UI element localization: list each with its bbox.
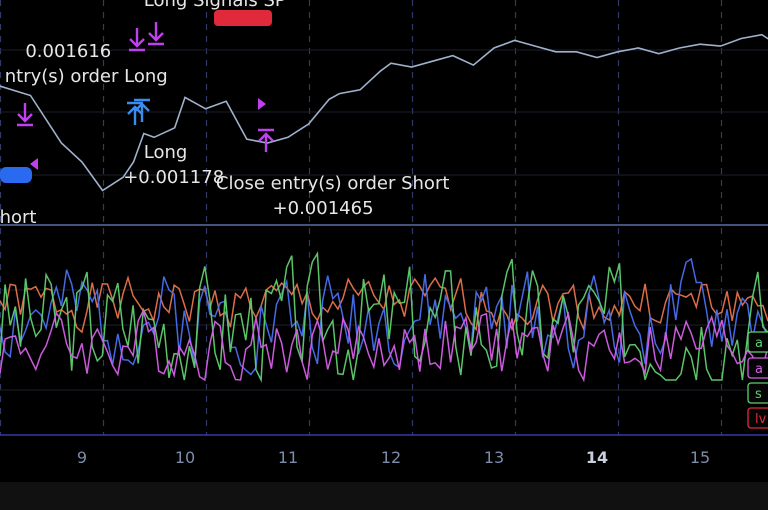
entry-flag-marker [258, 98, 266, 110]
annotation-label: 0.001616 [25, 41, 111, 62]
x-tick-label: 15 [690, 448, 710, 467]
trade-annotations: Long Signals SP 0.001616 ntry(s) order Lon… [0, 0, 449, 228]
position-label-pill [214, 10, 272, 26]
annotation-label: Close entry(s) order Short [216, 173, 450, 194]
chart-canvas: Long Signals SP 0.001616 ntry(s) order Lon… [0, 0, 768, 510]
legend-tag-text: lv [755, 412, 767, 427]
annotation-label: +0.001178 [123, 167, 224, 188]
annotation-label: hort [0, 207, 36, 228]
bottom-bar [0, 482, 768, 510]
indicator-line-2 [0, 251, 768, 383]
trade-arrow-down [129, 28, 145, 52]
trade-arrow-down [148, 22, 164, 46]
legend-tag-text: s [755, 387, 762, 402]
price-line [0, 33, 768, 192]
indicator-line-0 [0, 275, 768, 334]
legend-tag-text: a [755, 362, 763, 377]
price-pane [0, 33, 768, 192]
annotation-label: Long Signals SP [144, 0, 286, 11]
x-tick-label: 12 [381, 448, 401, 467]
trade-markers [0, 10, 274, 183]
trade-arrow-up [258, 128, 274, 152]
annotation-label: Long [144, 142, 188, 163]
x-tick-label: 14 [586, 448, 608, 467]
x-tick-label: 13 [484, 448, 504, 467]
x-tick-label: 9 [77, 448, 87, 467]
legend-tag-text: a [755, 336, 763, 351]
position-label-pill [0, 167, 32, 183]
x-tick-label: 10 [175, 448, 195, 467]
legend-tags: aaslv [747, 331, 768, 429]
indicator-pane [0, 251, 768, 383]
x-axis: 9 10 11 12 13 14 15 [77, 448, 710, 467]
x-tick-label: 11 [278, 448, 298, 467]
entry-flag-marker [30, 158, 38, 170]
annotation-label: ntry(s) order Long [5, 66, 168, 87]
annotation-label: +0.001465 [273, 198, 374, 219]
trade-arrow-down [17, 103, 33, 127]
